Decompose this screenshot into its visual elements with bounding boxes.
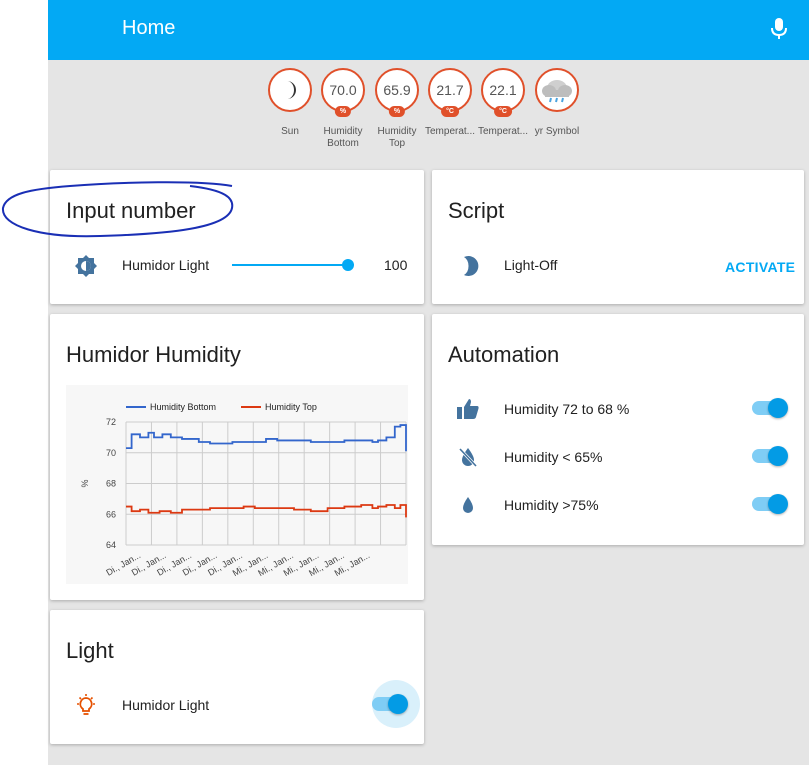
hand-drawn-circle-annotation <box>1 181 234 238</box>
badge-value: 21.7 <box>436 82 464 98</box>
badge-humidity-bottom[interactable]: 70.0 % Humidity Bottom <box>318 68 368 150</box>
y-tick-label: 64 <box>106 540 116 550</box>
automation-label: Humidity 72 to 68 % <box>504 401 630 417</box>
y-axis-label: % <box>80 479 90 487</box>
badge-unit: % <box>388 106 406 117</box>
automation-label: Humidity < 65% <box>504 449 603 465</box>
badge-unit: °C <box>441 106 459 117</box>
card-title: Script <box>448 198 505 223</box>
lightbulb-icon <box>77 694 95 715</box>
humidity-chart-card: Humidor Humidity 72 70 68 66 64% Di., Jan... D… <box>50 314 424 600</box>
script-card: Script Light-Off ACTIVATE <box>432 170 804 304</box>
microphone-icon[interactable] <box>771 18 787 40</box>
light-toggle[interactable] <box>372 694 408 714</box>
badge-label: yr Symbol <box>534 126 580 137</box>
y-tick-label: 68 <box>106 479 116 489</box>
badge-value: 65.9 <box>383 82 411 98</box>
script-label: Light-Off <box>504 257 558 273</box>
slider-value: 100 <box>384 257 408 273</box>
legend-label: Humidity Top <box>265 402 317 412</box>
series-line-humidity-top <box>126 504 407 518</box>
badge-unit: °C <box>494 106 512 117</box>
y-tick-label: 66 <box>106 509 116 519</box>
automation-label: Humidity >75% <box>504 497 599 513</box>
top-toolbar: Home <box>48 0 809 60</box>
moon-icon <box>464 256 479 276</box>
automation-toggle[interactable] <box>752 446 788 466</box>
card-title: Light <box>66 638 114 663</box>
light-card: Light Humidor Light <box>50 610 424 744</box>
thumb-up-icon <box>457 399 479 419</box>
light-label: Humidor Light <box>122 697 210 713</box>
automation-toggle[interactable] <box>752 398 788 418</box>
automation-toggle[interactable] <box>752 494 788 514</box>
rain-cloud-icon <box>542 80 572 103</box>
badge-yr-symbol[interactable]: yr Symbol <box>532 68 582 138</box>
badge-value: 70.0 <box>329 82 357 98</box>
chart-area: 72 70 68 66 64% Di., Jan... Di., Jan... Di., Ja… <box>66 385 408 584</box>
y-tick-label: 72 <box>106 417 116 427</box>
humidor-light-slider[interactable] <box>232 256 354 274</box>
water-drop-icon <box>463 497 473 513</box>
y-tick-label: 70 <box>106 448 116 458</box>
automation-card: Automation Humidity 72 to 68 % Humidity … <box>432 314 804 545</box>
card-title: Automation <box>448 342 560 367</box>
badge-label: Sun <box>281 126 299 137</box>
water-off-icon <box>458 447 478 468</box>
badge-label: Temperat... <box>425 126 475 137</box>
app-shell: Home Sun 70.0 % Humidity Bottom 65.9 % Hu… <box>48 0 809 765</box>
humidity-line-chart: 7270686664%Di., Jan...Di., Jan...Di., Ja… <box>80 402 407 578</box>
slider-knob[interactable] <box>342 259 354 271</box>
page-title: Home <box>122 17 176 39</box>
badge-temperature-1[interactable]: 21.7 °C Temperat... <box>425 68 475 138</box>
card-title: Humidor Humidity <box>66 342 241 367</box>
badge-value: 22.1 <box>489 82 517 98</box>
badge-label: Humidity Bottom <box>323 126 363 149</box>
badge-label: Humidity Top <box>377 126 417 149</box>
moon-icon <box>287 81 296 99</box>
badge-temperature-2[interactable]: 22.1 °C Temperat... <box>478 68 528 138</box>
badge-sun[interactable]: Sun <box>265 68 315 138</box>
badge-humidity-top[interactable]: 65.9 % Humidity Top <box>372 68 422 150</box>
legend-label: Humidity Bottom <box>150 402 216 412</box>
brightness-icon <box>75 255 97 277</box>
badge-label: Temperat... <box>478 126 528 137</box>
badge-unit: % <box>334 106 352 117</box>
slider-track[interactable] <box>232 264 348 266</box>
input-number-label: Humidor Light <box>122 257 210 273</box>
activate-button[interactable]: ACTIVATE <box>725 259 795 275</box>
series-line-humidity-bottom <box>126 424 407 452</box>
